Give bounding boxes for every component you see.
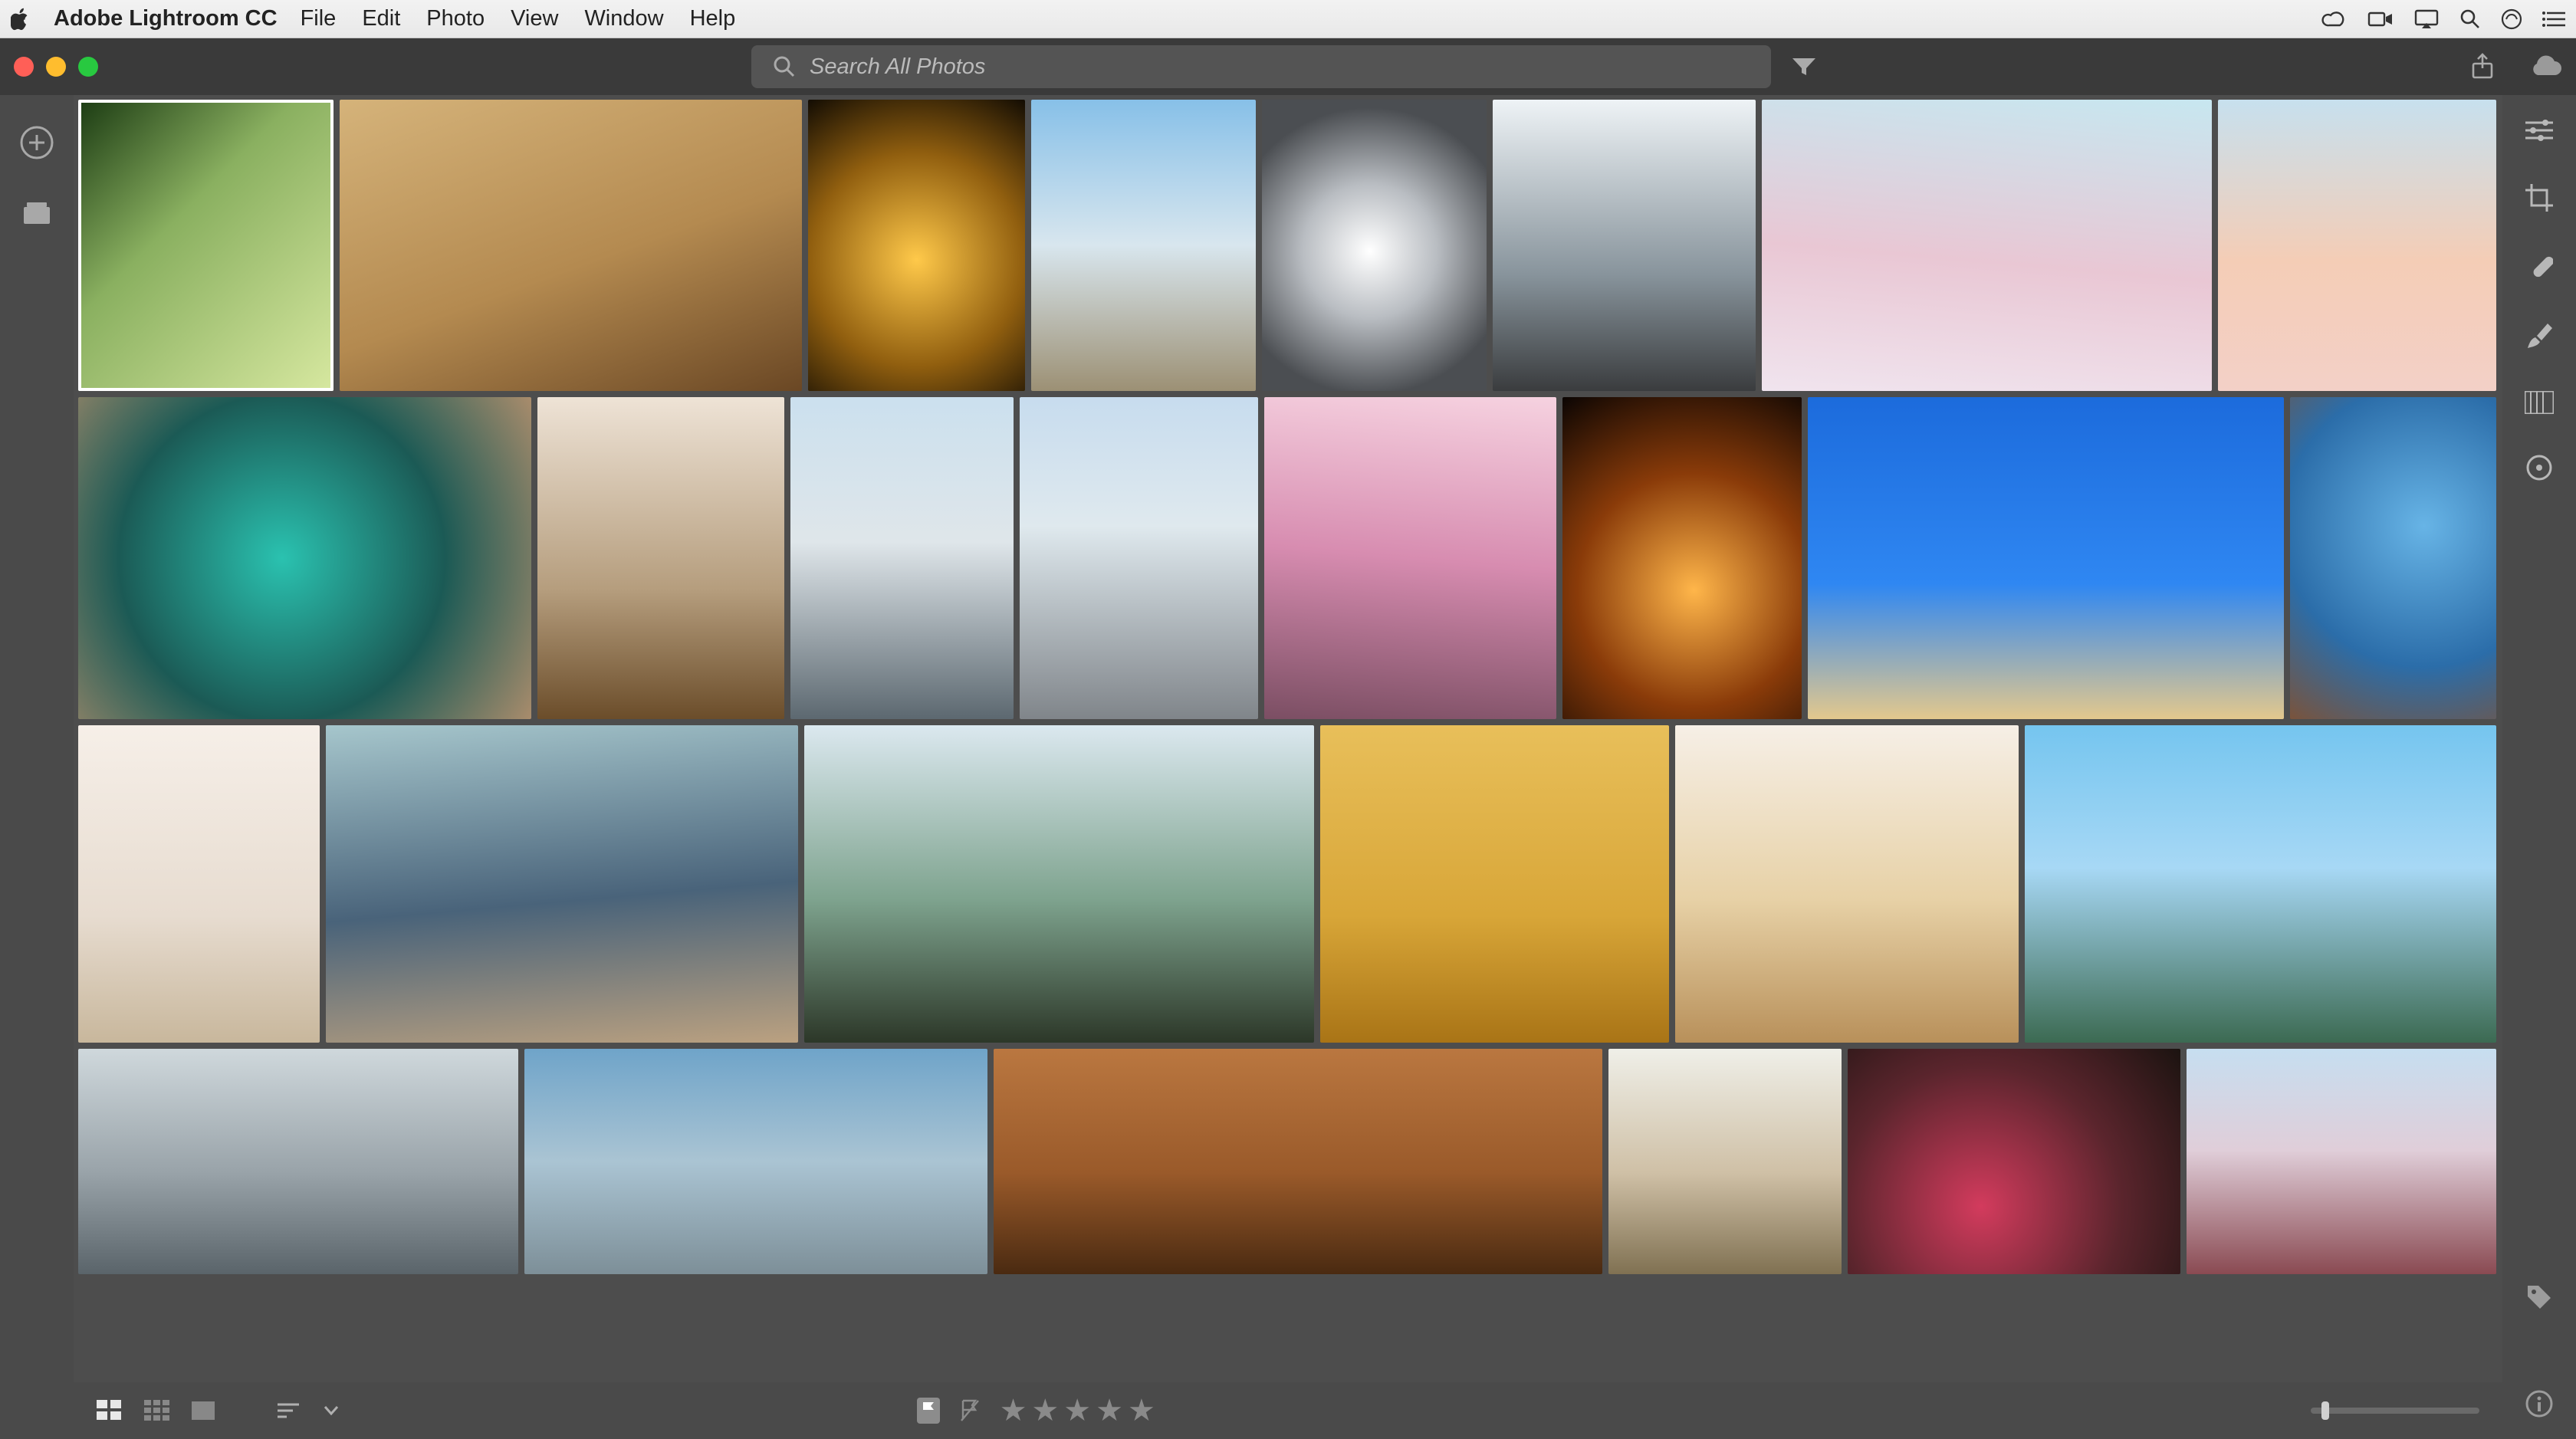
photo-thumbnail[interactable]	[2218, 100, 2496, 391]
macos-tray	[2321, 8, 2565, 30]
edit-sliders-button[interactable]	[2524, 118, 2555, 143]
photo-thumbnail[interactable]	[1808, 397, 2284, 719]
photo-thumbnail[interactable]	[340, 100, 802, 391]
bottom-bar: ★★★★★	[74, 1382, 2502, 1439]
search-icon	[773, 55, 796, 78]
creative-cloud-icon[interactable]	[2321, 10, 2348, 28]
search-input[interactable]	[810, 54, 1750, 80]
menu-help[interactable]: Help	[690, 6, 736, 31]
square-grid-view-button[interactable]	[144, 1400, 170, 1421]
photo-grid[interactable]	[74, 95, 2502, 1382]
close-window-button[interactable]	[14, 57, 34, 77]
macos-menubar: Adobe Lightroom CC File Edit Photo View …	[0, 0, 2576, 38]
photo-thumbnail[interactable]	[78, 725, 320, 1043]
cloud-sync-icon[interactable]	[2528, 55, 2562, 78]
add-photos-button[interactable]	[20, 126, 54, 159]
content-area: ★★★★★	[74, 95, 2502, 1439]
sort-button[interactable]	[276, 1401, 302, 1420]
photo-thumbnail[interactable]	[808, 100, 1025, 391]
photo-row	[78, 100, 2496, 391]
photo-thumbnail[interactable]	[78, 100, 334, 391]
flag-pick-button[interactable]	[917, 1398, 940, 1424]
linear-gradient-button[interactable]	[2525, 391, 2554, 414]
search-field[interactable]	[751, 45, 1771, 88]
photo-thumbnail[interactable]	[1020, 397, 1258, 719]
brush-button[interactable]	[2526, 320, 2552, 351]
my-photos-button[interactable]	[22, 201, 51, 225]
photo-thumbnail[interactable]	[537, 397, 784, 719]
star-1[interactable]: ★	[1000, 1393, 1027, 1428]
photo-thumbnail[interactable]	[994, 1049, 1602, 1274]
photo-thumbnail[interactable]	[804, 725, 1314, 1043]
spotlight-icon[interactable]	[2459, 8, 2481, 30]
photo-thumbnail[interactable]	[1608, 1049, 1842, 1274]
photo-thumbnail[interactable]	[524, 1049, 987, 1274]
radial-gradient-button[interactable]	[2525, 454, 2553, 481]
right-rail	[2502, 95, 2576, 1439]
menu-view[interactable]: View	[511, 6, 558, 31]
menu-edit[interactable]: Edit	[362, 6, 400, 31]
screen-record-icon[interactable]	[2367, 10, 2394, 28]
healing-brush-button[interactable]	[2525, 253, 2553, 281]
info-button[interactable]	[2525, 1390, 2553, 1418]
flag-reject-button[interactable]	[958, 1398, 981, 1424]
siri-icon[interactable]	[2501, 8, 2522, 30]
star-4[interactable]: ★	[1096, 1393, 1123, 1428]
photo-thumbnail[interactable]	[1264, 397, 1556, 719]
photo-thumbnail[interactable]	[1031, 100, 1256, 391]
crop-button[interactable]	[2524, 182, 2555, 213]
photo-thumbnail[interactable]	[326, 725, 797, 1043]
photo-row	[78, 725, 2496, 1043]
photo-thumbnail[interactable]	[1320, 725, 1669, 1043]
minimize-window-button[interactable]	[46, 57, 66, 77]
menu-photo[interactable]: Photo	[426, 6, 485, 31]
photo-thumbnail[interactable]	[78, 397, 531, 719]
app-name[interactable]: Adobe Lightroom CC	[54, 6, 278, 31]
menu-file[interactable]: File	[301, 6, 337, 31]
photo-thumbnail[interactable]	[790, 397, 1014, 719]
star-5[interactable]: ★	[1128, 1393, 1155, 1428]
sort-dropdown-icon[interactable]	[324, 1405, 339, 1416]
menubar-items: File Edit Photo View Window Help	[301, 6, 736, 31]
grid-view-button[interactable]	[97, 1400, 123, 1421]
window-controls	[14, 57, 98, 77]
photo-row	[78, 397, 2496, 719]
keywords-button[interactable]	[2525, 1283, 2554, 1312]
lightroom-window: ★★★★★	[0, 38, 2576, 1439]
view-mode-group	[97, 1400, 339, 1421]
app-body: ★★★★★	[0, 95, 2576, 1439]
photo-thumbnail[interactable]	[1848, 1049, 2180, 1274]
share-button[interactable]	[2470, 53, 2495, 80]
detail-view-button[interactable]	[192, 1401, 215, 1420]
photo-thumbnail[interactable]	[2025, 725, 2496, 1043]
filter-button[interactable]	[1776, 45, 1832, 88]
photo-thumbnail[interactable]	[1493, 100, 1756, 391]
app-toolbar	[0, 38, 2576, 95]
star-3[interactable]: ★	[1063, 1393, 1091, 1428]
apple-menu-icon[interactable]	[11, 8, 31, 31]
photo-thumbnail[interactable]	[2290, 397, 2496, 719]
photo-thumbnail[interactable]	[1762, 100, 2212, 391]
thumbnail-size-slider[interactable]	[2311, 1408, 2479, 1414]
rating-stars[interactable]: ★★★★★	[1000, 1393, 1155, 1428]
photo-thumbnail[interactable]	[1262, 100, 1487, 391]
menu-list-icon[interactable]	[2542, 10, 2565, 28]
menu-window[interactable]: Window	[584, 6, 663, 31]
left-rail	[0, 95, 74, 1439]
photo-row	[78, 1049, 2496, 1274]
airplay-icon[interactable]	[2413, 8, 2440, 30]
photo-thumbnail[interactable]	[1562, 397, 1801, 719]
photo-thumbnail[interactable]	[2187, 1049, 2496, 1274]
star-2[interactable]: ★	[1031, 1393, 1059, 1428]
photo-thumbnail[interactable]	[1675, 725, 2018, 1043]
photo-thumbnail[interactable]	[78, 1049, 518, 1274]
maximize-window-button[interactable]	[78, 57, 98, 77]
